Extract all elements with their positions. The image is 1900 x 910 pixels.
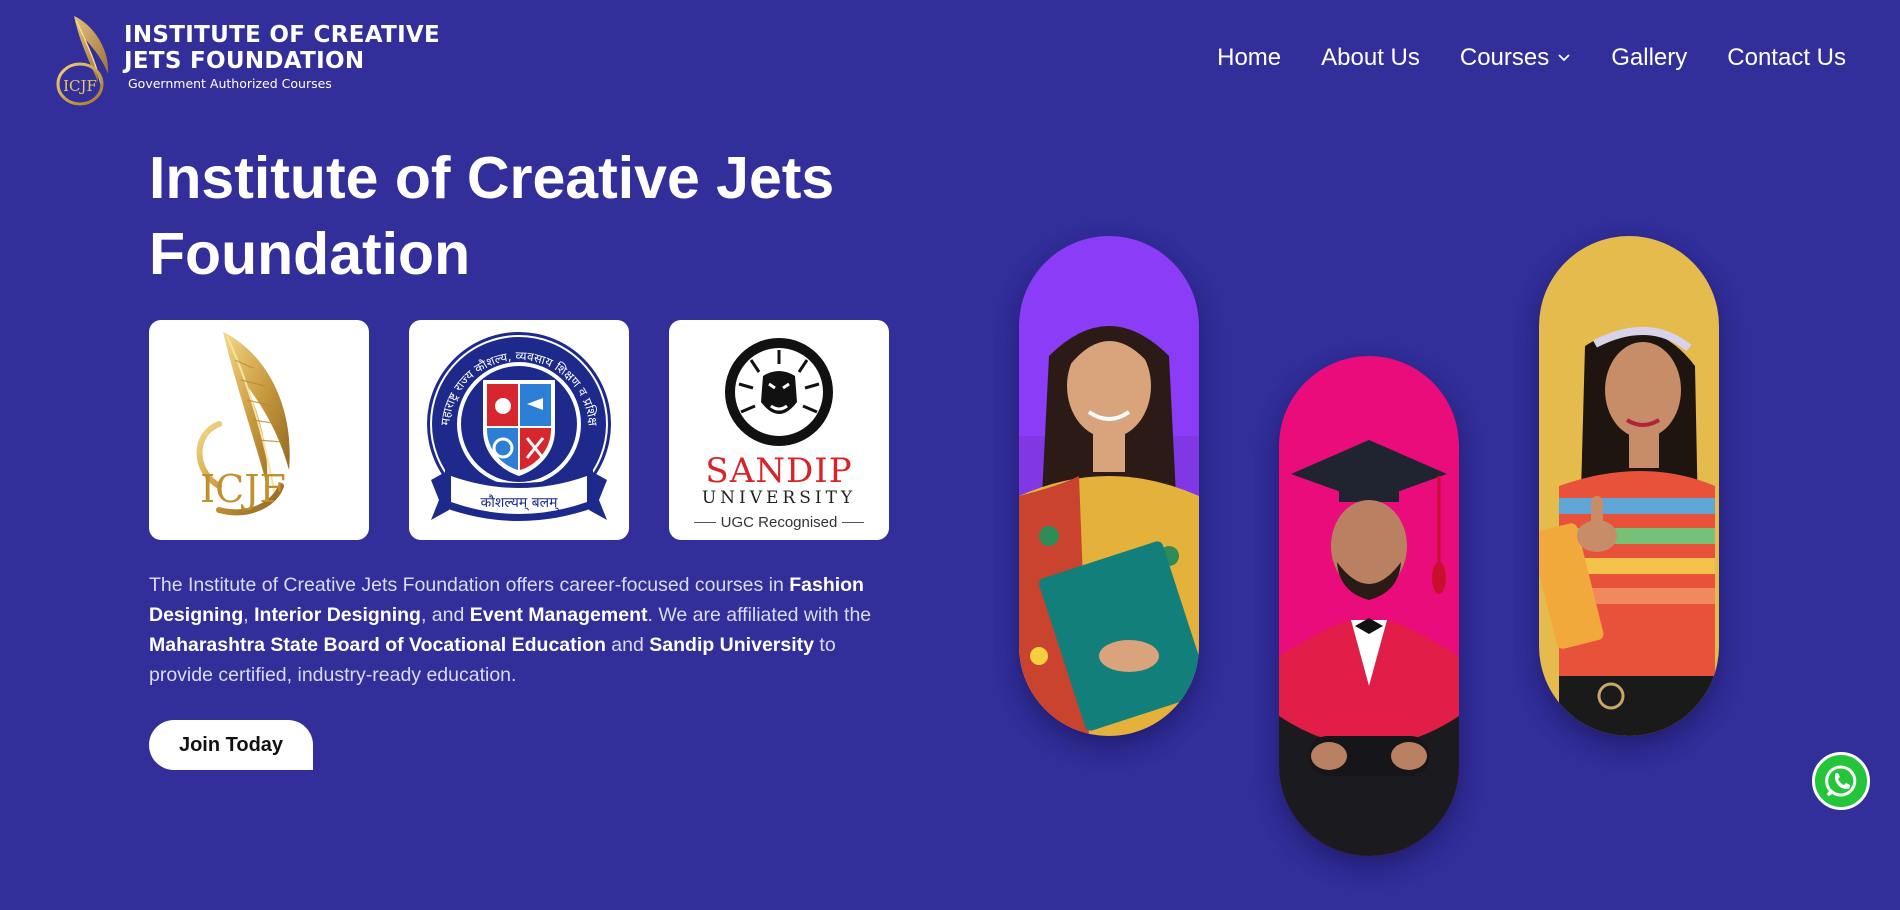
hero-description: The Institute of Creative Jets Foundatio…: [149, 570, 899, 690]
divider: [693, 521, 716, 523]
main-nav: Home About Us Courses Gallery Contact Us: [1177, 44, 1846, 72]
icjf-logo-card: ICJF: [149, 320, 369, 540]
whatsapp-icon: [1825, 765, 1857, 797]
site-logo[interactable]: ICJF INSTITUTE OF CREATIVE JETS FOUNDATI…: [52, 12, 440, 108]
sandip-university-logo-card: SANDIP UNIVERSITY UGC Recognised: [669, 320, 889, 540]
description-highlight: Sandip University: [649, 634, 814, 656]
nav-contact-label: Contact Us: [1727, 44, 1846, 71]
nav-courses[interactable]: Courses: [1460, 44, 1571, 72]
nav-courses-label: Courses: [1459, 44, 1550, 71]
description-highlight: Event Management: [469, 604, 648, 626]
description-text: and: [605, 634, 650, 656]
whatsapp-chat-button[interactable]: [1812, 752, 1870, 810]
sandip-name: SANDIP: [705, 450, 853, 491]
ugc-recognised-label: UGC Recognised: [720, 513, 838, 531]
lion-emblem-icon: [725, 337, 833, 446]
description-text: , and: [420, 604, 470, 626]
nav-about-us[interactable]: About Us: [1321, 44, 1420, 72]
description-text: . We are affiliated with the: [647, 604, 872, 626]
icjf-logo-icon: ICJF: [196, 332, 290, 516]
svg-text:ICJF: ICJF: [200, 467, 286, 511]
join-today-button[interactable]: Join Today: [149, 720, 313, 770]
nav-home[interactable]: Home: [1217, 44, 1281, 72]
divider: [842, 521, 865, 523]
nav-gallery[interactable]: Gallery: [1611, 44, 1687, 72]
svg-text:कौशल्यम् बलम्: कौशल्यम् बलम्: [480, 494, 559, 511]
nav-gallery-label: Gallery: [1611, 44, 1688, 71]
description-highlight: Maharashtra State Board of Vocational Ed…: [149, 634, 606, 656]
svg-text:ICJF: ICJF: [63, 77, 97, 95]
msbve-logo-card: महाराष्ट्र राज्य कौशल्य, व्यवसाय शिक्षण …: [409, 320, 629, 540]
student-photo-purple: [1019, 236, 1199, 736]
description-highlight: Interior Designing: [254, 604, 421, 626]
student-photo-yellow: [1539, 236, 1719, 736]
logo-line-1: INSTITUTE OF CREATIVE: [124, 22, 441, 48]
student-photo-pink: [1279, 356, 1459, 856]
sandip-subtitle: UNIVERSITY: [701, 487, 857, 508]
nav-home-label: Home: [1217, 44, 1282, 71]
hero-title: Institute of Creative Jets Foundation: [149, 145, 835, 287]
description-text: ,: [243, 604, 255, 626]
msbve-emblem-icon: महाराष्ट्र राज्य कौशल्य, व्यवसाय शिक्षण …: [409, 320, 611, 521]
description-text: The Institute of Creative Jets Foundatio…: [149, 574, 790, 596]
nav-about-label: About Us: [1321, 44, 1420, 71]
nav-contact-us[interactable]: Contact Us: [1727, 44, 1846, 72]
chevron-down-icon: [1558, 54, 1570, 62]
logo-line-2: JETS FOUNDATION: [124, 48, 365, 74]
feather-logo-icon: ICJF: [52, 12, 120, 108]
logo-tagline: Government Authorized Courses: [128, 76, 332, 91]
affiliation-logos: ICJF महाराष्ट्र राज्य कौशल्य, व्यवसाय शि…: [149, 320, 929, 540]
